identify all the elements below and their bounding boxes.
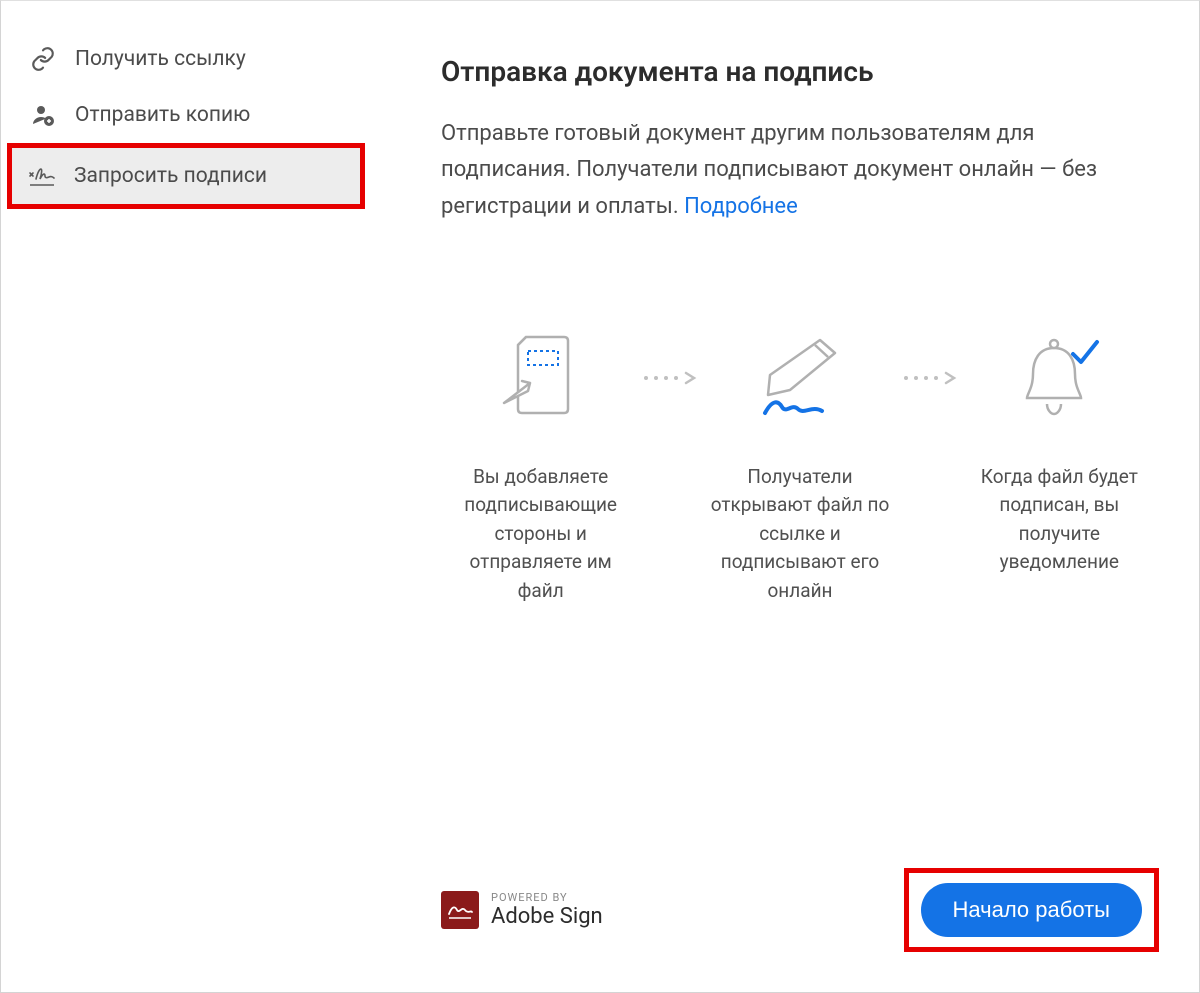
step-3: Когда файл будет подписан, вы получите у…: [960, 325, 1159, 577]
dots-arrow-icon: [640, 370, 700, 389]
signature-icon: [28, 162, 56, 190]
step-text: Когда файл будет подписан, вы получите у…: [960, 463, 1159, 577]
sign-online-icon: [740, 325, 860, 435]
step-2: Получатели открывают файл по ссылке и по…: [700, 325, 899, 606]
document-send-icon: [486, 325, 596, 435]
steps-row: Вы добавляете подписывающие стороны и от…: [441, 325, 1159, 606]
step-1: Вы добавляете подписывающие стороны и от…: [441, 325, 640, 606]
powered-bottom: Adobe Sign: [491, 904, 603, 929]
bell-check-icon: [1009, 325, 1109, 435]
footer: POWERED BY Adobe Sign Начало работы: [441, 868, 1159, 952]
start-button[interactable]: Начало работы: [921, 883, 1142, 937]
learn-more-link[interactable]: Подробнее: [684, 194, 798, 219]
app-container: Получить ссылку Отправить копию: [0, 0, 1200, 993]
page-description: Отправьте готовый документ другим пользо…: [441, 116, 1159, 225]
powered-by: POWERED BY Adobe Sign: [441, 891, 603, 929]
sidebar: Получить ссылку Отправить копию: [1, 1, 371, 992]
step-text: Получатели открывают файл по ссылке и по…: [700, 463, 899, 606]
main-content: Отправка документа на подпись Отправьте …: [371, 1, 1199, 992]
powered-text: POWERED BY Adobe Sign: [491, 891, 603, 929]
step-text: Вы добавляете подписывающие стороны и от…: [441, 463, 640, 606]
powered-top: POWERED BY: [491, 891, 603, 904]
user-send-icon: [29, 101, 57, 129]
sidebar-item-send-copy[interactable]: Отправить копию: [1, 87, 371, 143]
sidebar-item-label: Получить ссылку: [75, 47, 246, 71]
page-title: Отправка документа на подпись: [441, 55, 1159, 88]
sidebar-item-label: Запросить подписи: [74, 164, 267, 188]
link-icon: [29, 45, 57, 73]
adobe-sign-badge-icon: [441, 891, 479, 929]
dots-arrow-icon: [900, 370, 960, 389]
sidebar-item-label: Отправить копию: [75, 103, 250, 127]
sidebar-item-request-signatures[interactable]: Запросить подписи: [7, 143, 365, 209]
sidebar-item-get-link[interactable]: Получить ссылку: [1, 31, 371, 87]
start-button-highlight: Начало работы: [904, 868, 1159, 952]
